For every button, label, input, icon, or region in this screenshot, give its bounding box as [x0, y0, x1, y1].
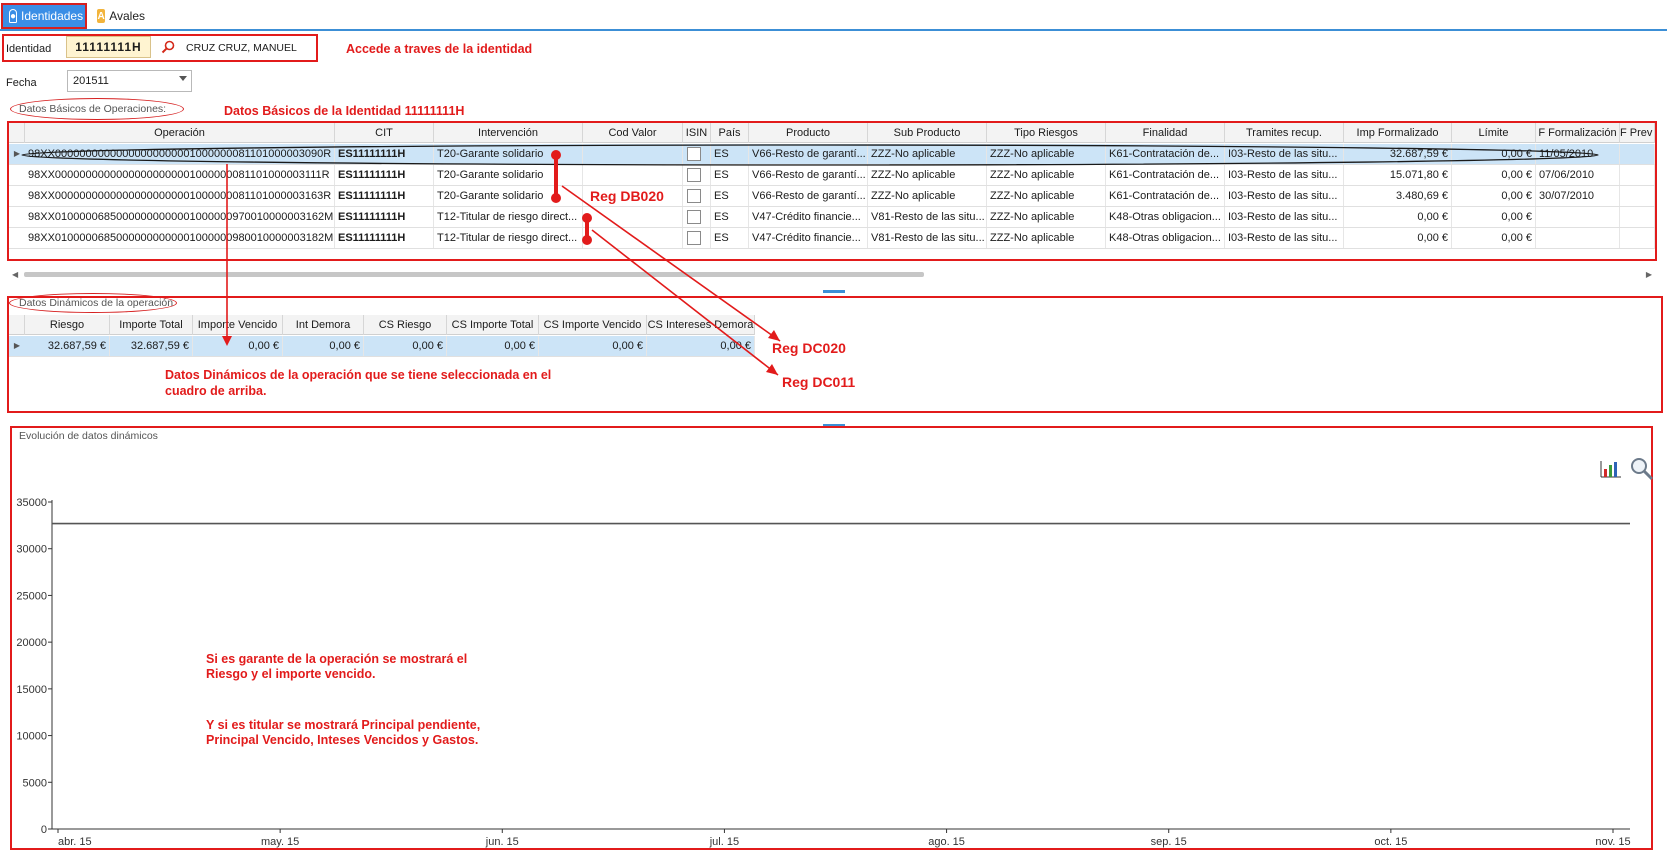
x-tick-label: may. 15	[261, 836, 299, 848]
evolution-note-line3: Y si es titular se mostrará Principal pe…	[206, 718, 481, 732]
y-tick-label: 5000	[23, 777, 47, 789]
evolution-note-line1: Si es garante de la operación se mostrar…	[206, 652, 468, 666]
marker-dot	[582, 235, 592, 245]
annotation-arrows	[21, 144, 1599, 376]
marker-dot	[551, 193, 561, 203]
x-tick-label: ago. 15	[928, 836, 965, 848]
y-tick-label: 35000	[16, 497, 47, 509]
x-tick-label: abr. 15	[58, 836, 92, 848]
y-tick-label: 20000	[16, 637, 47, 649]
arrow-dc020	[561, 185, 781, 342]
y-tick-label: 30000	[16, 544, 47, 556]
evolution-note-line4: Principal Vencido, Inteses Vencidos y Ga…	[206, 733, 479, 747]
y-tick-label: 0	[41, 824, 47, 836]
x-tick-label: nov. 15	[1595, 836, 1630, 848]
arrowhead	[768, 330, 780, 341]
y-tick-label: 10000	[16, 731, 47, 743]
arrowhead	[766, 364, 778, 375]
arrow-dc011	[591, 229, 779, 376]
row-ellipse	[21, 144, 1599, 166]
y-tick-label: 25000	[16, 590, 47, 602]
x-tick-label: jul. 15	[709, 836, 739, 848]
arrowhead	[222, 336, 232, 346]
evolution-note-line2: Riesgo y el importe vencido.	[206, 667, 376, 681]
x-tick-label: sep. 15	[1151, 836, 1187, 848]
y-tick-label: 15000	[16, 684, 47, 696]
marker-dot	[582, 213, 592, 223]
x-tick-label: oct. 15	[1374, 836, 1407, 848]
x-tick-label: jun. 15	[485, 836, 519, 848]
marker-dot	[551, 150, 561, 160]
